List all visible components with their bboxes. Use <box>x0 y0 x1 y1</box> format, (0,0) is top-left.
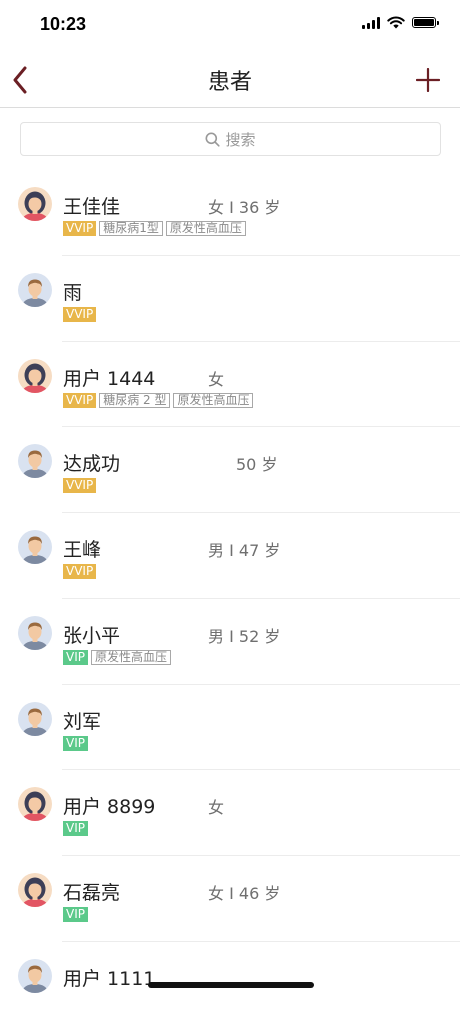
avatar-male <box>18 615 52 650</box>
wifi-icon <box>387 16 405 29</box>
tag-list: VIP 原发性高血压 <box>63 649 171 665</box>
vip-badge: VIP <box>63 735 88 751</box>
patient-row[interactable]: 张小平 男 I 52 岁 VIP 原发性高血压 <box>0 599 460 685</box>
patient-row[interactable]: 刘军 VIP <box>0 685 460 771</box>
avatar-male <box>18 444 52 479</box>
avatar-male <box>18 958 52 993</box>
patient-row[interactable]: 雨 VVIP <box>0 256 460 342</box>
patient-name: 王峰 <box>63 539 102 561</box>
patient-row[interactable]: 用户 1444 女 VVIP 糖尿病 2 型 原发性高血压 <box>0 342 460 428</box>
patient-name: 王佳佳 <box>63 196 121 218</box>
patient-row[interactable]: 用户 8899 女 VIP <box>0 770 460 856</box>
disease-tag: 糖尿病 2 型 <box>99 392 171 408</box>
disease-tag: 原发性高血压 <box>90 649 171 665</box>
patient-row[interactable]: 王峰 男 I 47 岁 VVIP <box>0 513 460 599</box>
avatar-female <box>18 187 52 221</box>
patient-name: 雨 <box>63 281 83 304</box>
patient-info: 女 I 46 岁 <box>208 884 281 903</box>
patient-info: 男 I 47 岁 <box>208 541 281 560</box>
search-icon <box>205 132 221 147</box>
patient-name: 达成功 <box>63 453 121 476</box>
home-indicator <box>148 982 314 988</box>
vvip-badge: VVIP <box>63 564 97 579</box>
vip-badge: VIP <box>63 907 88 922</box>
patient-name: 用户 1444 <box>63 367 156 390</box>
vip-badge: VIP <box>63 649 88 665</box>
patient-name: 用户 8899 <box>63 796 156 819</box>
avatar-male <box>18 701 52 736</box>
nav-bar: 患者 <box>0 50 460 108</box>
page-title: 患者 <box>207 70 252 95</box>
tag-list: VVIP <box>63 564 97 579</box>
tag-list: VVIP <box>63 306 97 322</box>
tag-list: VIP <box>63 821 88 837</box>
tag-list: VVIP <box>63 478 97 494</box>
add-patient-button[interactable] <box>415 67 441 93</box>
avatar-male <box>18 530 52 564</box>
disease-tag: 原发性高血压 <box>173 392 254 408</box>
plus-icon <box>415 67 441 93</box>
vvip-badge: VVIP <box>63 306 97 322</box>
tag-list: VIP <box>63 735 88 751</box>
patient-info: 男 I 52 岁 <box>208 626 281 646</box>
tag-list: VVIP 糖尿病1型 原发性高血压 <box>63 221 246 236</box>
patient-list: 王佳佳 女 I 36 岁 VVIP 糖尿病1型 原发性高血压 雨 VVIP 用户… <box>0 170 460 1028</box>
tag-list: VVIP 糖尿病 2 型 原发性高血压 <box>63 392 254 408</box>
patient-row[interactable]: 石磊亮 女 I 46 岁 VIP <box>0 856 460 942</box>
patient-name: 张小平 <box>63 624 121 647</box>
tag-list: VIP <box>63 907 88 922</box>
avatar-female <box>18 358 52 393</box>
patient-info: 50 岁 <box>236 455 278 475</box>
disease-tag: 原发性高血压 <box>165 221 246 236</box>
avatar-male <box>18 272 52 307</box>
cellular-signal-icon <box>362 16 380 29</box>
battery-icon <box>412 17 439 28</box>
patient-name: 石磊亮 <box>63 882 121 904</box>
status-icons <box>362 16 439 29</box>
vvip-badge: VVIP <box>63 392 97 408</box>
status-bar: 10:23 <box>0 0 460 50</box>
patient-row[interactable]: 达成功 50 岁 VVIP <box>0 427 460 513</box>
patient-info: 女 <box>208 798 225 818</box>
patient-name: 用户 1111 <box>63 967 156 990</box>
vvip-badge: VVIP <box>63 478 97 494</box>
search-placeholder: 搜索 <box>225 130 256 149</box>
vvip-badge: VVIP <box>63 221 97 236</box>
avatar-female <box>18 787 52 822</box>
patient-row[interactable]: 王佳佳 女 I 36 岁 VVIP 糖尿病1型 原发性高血压 <box>0 170 460 256</box>
vip-badge: VIP <box>63 821 88 837</box>
patient-info: 女 <box>208 369 225 389</box>
patient-info: 女 I 36 岁 <box>208 198 281 217</box>
disease-tag: 糖尿病1型 <box>99 221 163 236</box>
avatar-female <box>18 873 52 907</box>
patient-name: 刘军 <box>63 710 102 733</box>
status-time: 10:23 <box>40 14 87 34</box>
search-input[interactable]: 搜索 <box>20 122 441 156</box>
